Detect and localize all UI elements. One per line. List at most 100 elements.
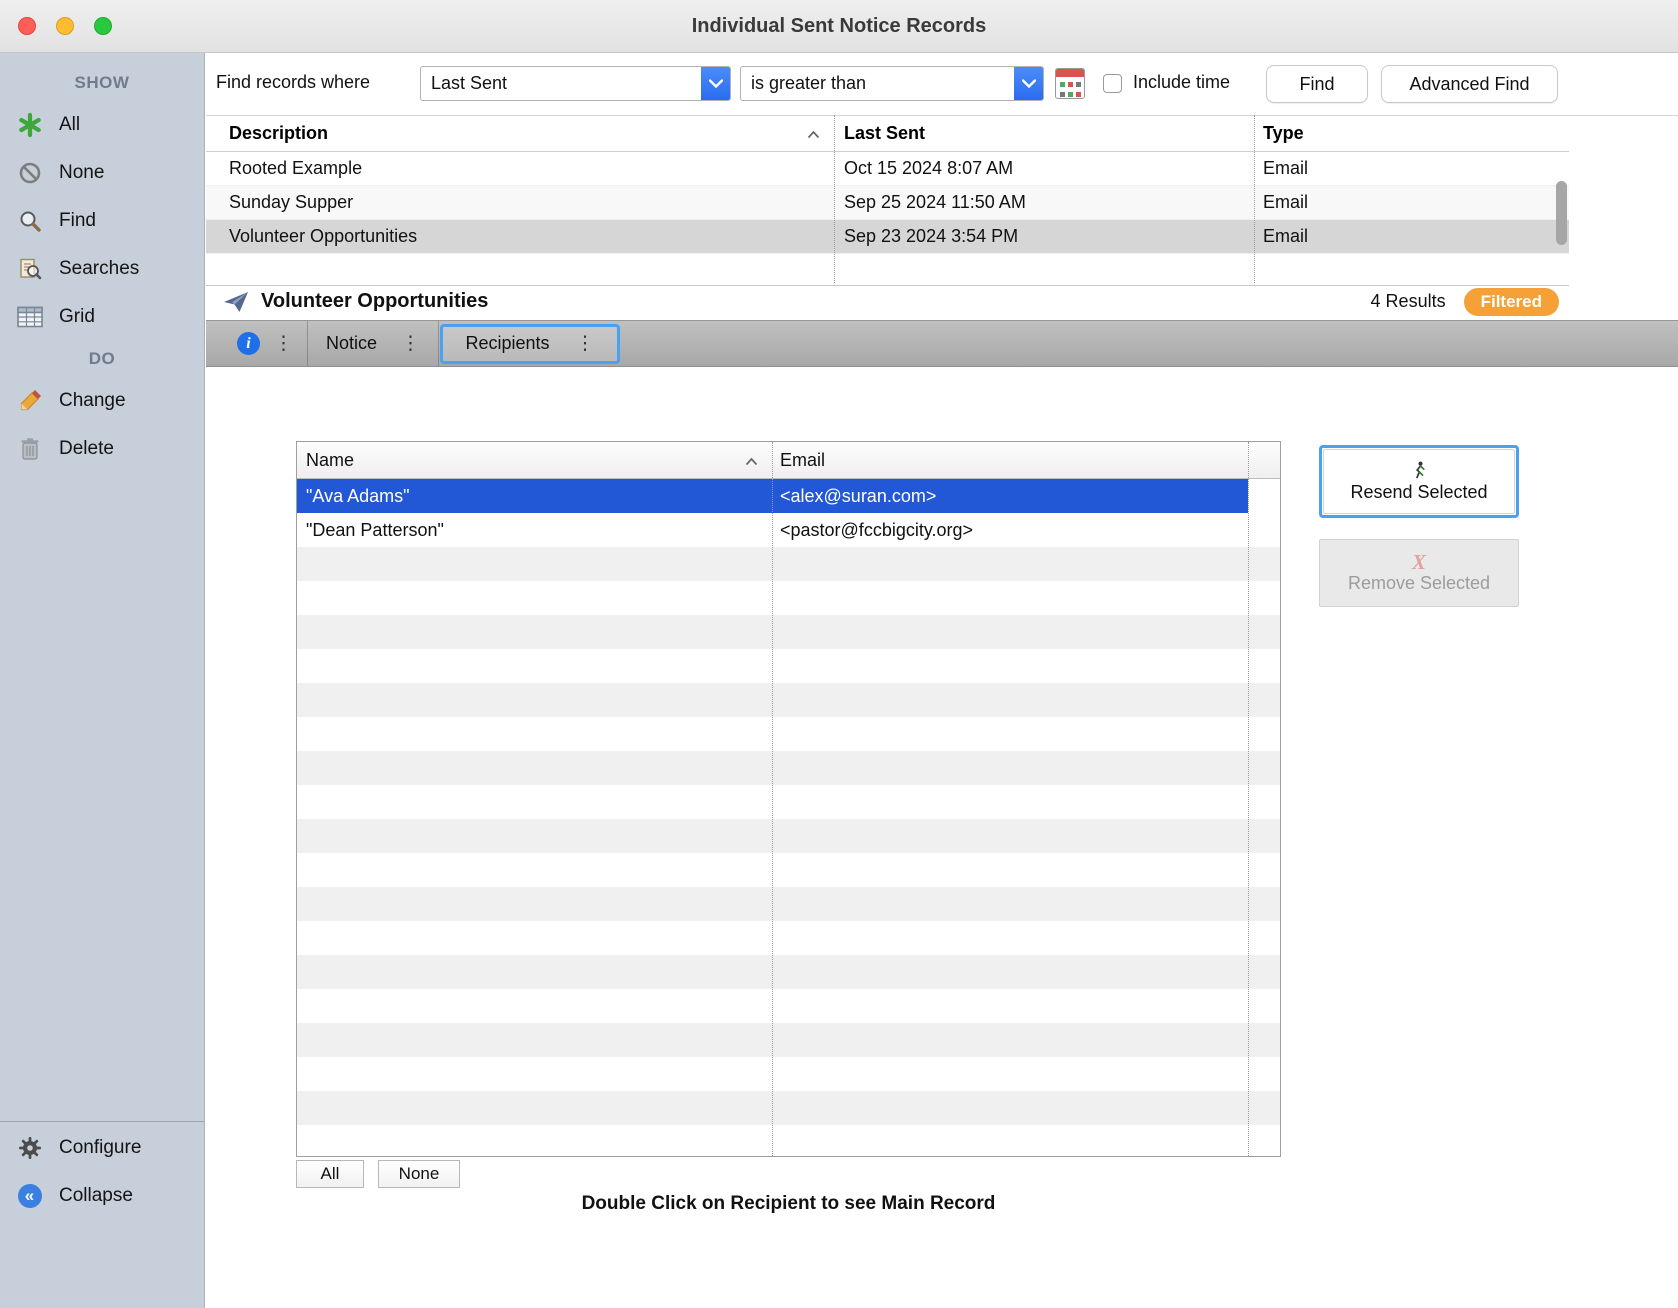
sidebar-item-collapse[interactable]: « Collapse <box>0 1172 204 1220</box>
fullscreen-window-button[interactable] <box>94 17 112 35</box>
collapse-icon: « <box>16 1184 43 1208</box>
recipient-empty-row[interactable] <box>297 717 1280 751</box>
recipient-empty-row[interactable] <box>297 955 1280 989</box>
sidebar-item-collapse-label: Collapse <box>59 1185 133 1207</box>
calendar-icon[interactable] <box>1055 68 1085 99</box>
sidebar-item-grid[interactable]: Grid <box>0 293 204 341</box>
info-menu-dots-icon[interactable]: ⋮ <box>274 334 293 353</box>
traffic-lights <box>18 17 112 35</box>
recipient-empty-row[interactable] <box>297 1057 1280 1091</box>
chevron-down-icon <box>1014 67 1043 100</box>
none-icon <box>16 161 43 185</box>
last-sent-column-header[interactable]: Last Sent <box>834 123 1254 144</box>
select-all-button[interactable]: All <box>296 1160 364 1188</box>
recipient-empty-row[interactable] <box>297 921 1280 955</box>
paper-plane-icon <box>223 291 249 313</box>
minimize-window-button[interactable] <box>56 17 74 35</box>
recipients-menu-dots-icon[interactable]: ⋮ <box>576 334 595 353</box>
chevron-down-icon <box>701 67 730 100</box>
recipient-empty-row[interactable] <box>297 785 1280 819</box>
sidebar-show-header: SHOW <box>0 65 204 101</box>
recipient-empty-row[interactable] <box>297 1023 1280 1057</box>
include-time-checkbox[interactable] <box>1103 74 1122 93</box>
tab-recipients[interactable]: Recipients ⋮ <box>440 324 620 364</box>
tab-notice[interactable]: Notice ⋮ <box>308 321 438 366</box>
search-document-icon <box>16 257 43 281</box>
close-window-button[interactable] <box>18 17 36 35</box>
record-row-rooted-example[interactable]: Rooted Example Oct 15 2024 8:07 AM Email <box>206 152 1569 186</box>
sidebar-item-searches-label: Searches <box>59 258 139 280</box>
asterisk-icon <box>16 112 43 138</box>
sidebar-item-grid-label: Grid <box>59 306 95 328</box>
sidebar-item-all-label: All <box>59 114 80 136</box>
recipient-empty-row[interactable] <box>297 683 1280 717</box>
recipient-empty-row[interactable] <box>297 1125 1280 1157</box>
runner-icon <box>1411 461 1428 481</box>
sidebar-item-find[interactable]: Find <box>0 197 204 245</box>
type-column-header[interactable]: Type <box>1254 123 1569 144</box>
x-icon: X <box>1412 552 1426 572</box>
recipient-empty-row[interactable] <box>297 989 1280 1023</box>
sidebar-item-none-label: None <box>59 162 104 184</box>
sidebar-item-all[interactable]: All <box>0 101 204 149</box>
record-row-sunday-supper[interactable]: Sunday Supper Sep 25 2024 11:50 AM Email <box>206 186 1569 220</box>
recipient-row-dean-patterson[interactable]: "Dean Patterson" <pastor@fccbigcity.org> <box>297 513 1280 547</box>
records-scrollbar-thumb[interactable] <box>1556 181 1567 245</box>
field-select-value: Last Sent <box>421 73 701 94</box>
resend-selected-label: Resend Selected <box>1350 482 1487 503</box>
select-none-button[interactable]: None <box>378 1160 460 1188</box>
find-button[interactable]: Find <box>1266 65 1368 103</box>
sidebar-item-configure[interactable]: Configure <box>0 1124 204 1172</box>
sidebar: SHOW All None Find Searches <box>0 53 205 1308</box>
sidebar-item-delete-label: Delete <box>59 438 114 460</box>
email-column-header[interactable]: Email <box>772 442 1248 478</box>
window-title: Individual Sent Notice Records <box>0 0 1678 52</box>
sidebar-item-searches[interactable]: Searches <box>0 245 204 293</box>
title-bar: Individual Sent Notice Records <box>0 0 1678 53</box>
magnifier-icon <box>16 209 43 233</box>
sidebar-item-change[interactable]: Change <box>0 377 204 425</box>
tab-notice-label: Notice <box>326 333 377 354</box>
record-row-volunteer-opportunities-selected[interactable]: Volunteer Opportunities Sep 23 2024 3:54… <box>206 220 1569 254</box>
name-column-header[interactable]: Name <box>306 450 354 471</box>
recipient-empty-row[interactable] <box>297 649 1280 683</box>
sidebar-item-delete[interactable]: Delete <box>0 425 204 473</box>
sent-notices-table: Description Last Sent Type Rooted Exampl… <box>206 115 1569 283</box>
operator-select-value: is greater than <box>741 73 1014 94</box>
sidebar-footer: Configure « Collapse <box>0 1121 204 1220</box>
pencil-icon <box>16 389 43 413</box>
recipient-empty-row[interactable] <box>297 615 1280 649</box>
resend-selected-highlight: Resend Selected <box>1319 445 1519 518</box>
find-bar: Find records where Last Sent is greater … <box>206 53 1678 116</box>
description-column-header[interactable]: Description <box>229 123 328 144</box>
filtered-badge: Filtered <box>1464 288 1559 316</box>
recipient-empty-row[interactable] <box>297 547 1280 581</box>
field-select[interactable]: Last Sent <box>420 66 731 101</box>
sort-ascending-icon <box>807 123 820 144</box>
remove-selected-button[interactable]: X Remove Selected <box>1319 539 1519 607</box>
recipient-empty-row[interactable] <box>297 1091 1280 1125</box>
info-icon[interactable]: i <box>237 332 260 355</box>
recipient-empty-row[interactable] <box>297 751 1280 785</box>
sidebar-do-header: DO <box>0 341 204 377</box>
recipient-empty-row[interactable] <box>297 581 1280 615</box>
records-scrollbar[interactable] <box>1553 151 1569 283</box>
recipient-empty-row[interactable] <box>297 819 1280 853</box>
resend-selected-button[interactable]: Resend Selected <box>1323 449 1515 514</box>
advanced-find-button[interactable]: Advanced Find <box>1381 65 1558 103</box>
notice-menu-dots-icon[interactable]: ⋮ <box>401 334 420 353</box>
recipients-empty-rows <box>297 547 1280 1157</box>
app-window: Individual Sent Notice Records SHOW All … <box>0 0 1678 1308</box>
footer-hint: Double Click on Recipient to see Main Re… <box>296 1193 1281 1215</box>
operator-select[interactable]: is greater than <box>740 66 1044 101</box>
recipient-row-ava-adams[interactable]: "Ava Adams" <alex@suran.com> <box>297 479 1280 513</box>
tab-recipients-label: Recipients <box>465 333 549 354</box>
recipient-empty-row[interactable] <box>297 853 1280 887</box>
main-area: Find records where Last Sent is greater … <box>206 53 1678 1308</box>
recipient-empty-row[interactable] <box>297 887 1280 921</box>
column-divider <box>834 115 835 283</box>
sidebar-item-change-label: Change <box>59 390 126 412</box>
recipients-panel: Name Email "Ava Adams" <alex@suran.com> … <box>206 367 1678 1308</box>
sidebar-item-none[interactable]: None <box>0 149 204 197</box>
sidebar-item-find-label: Find <box>59 210 96 232</box>
